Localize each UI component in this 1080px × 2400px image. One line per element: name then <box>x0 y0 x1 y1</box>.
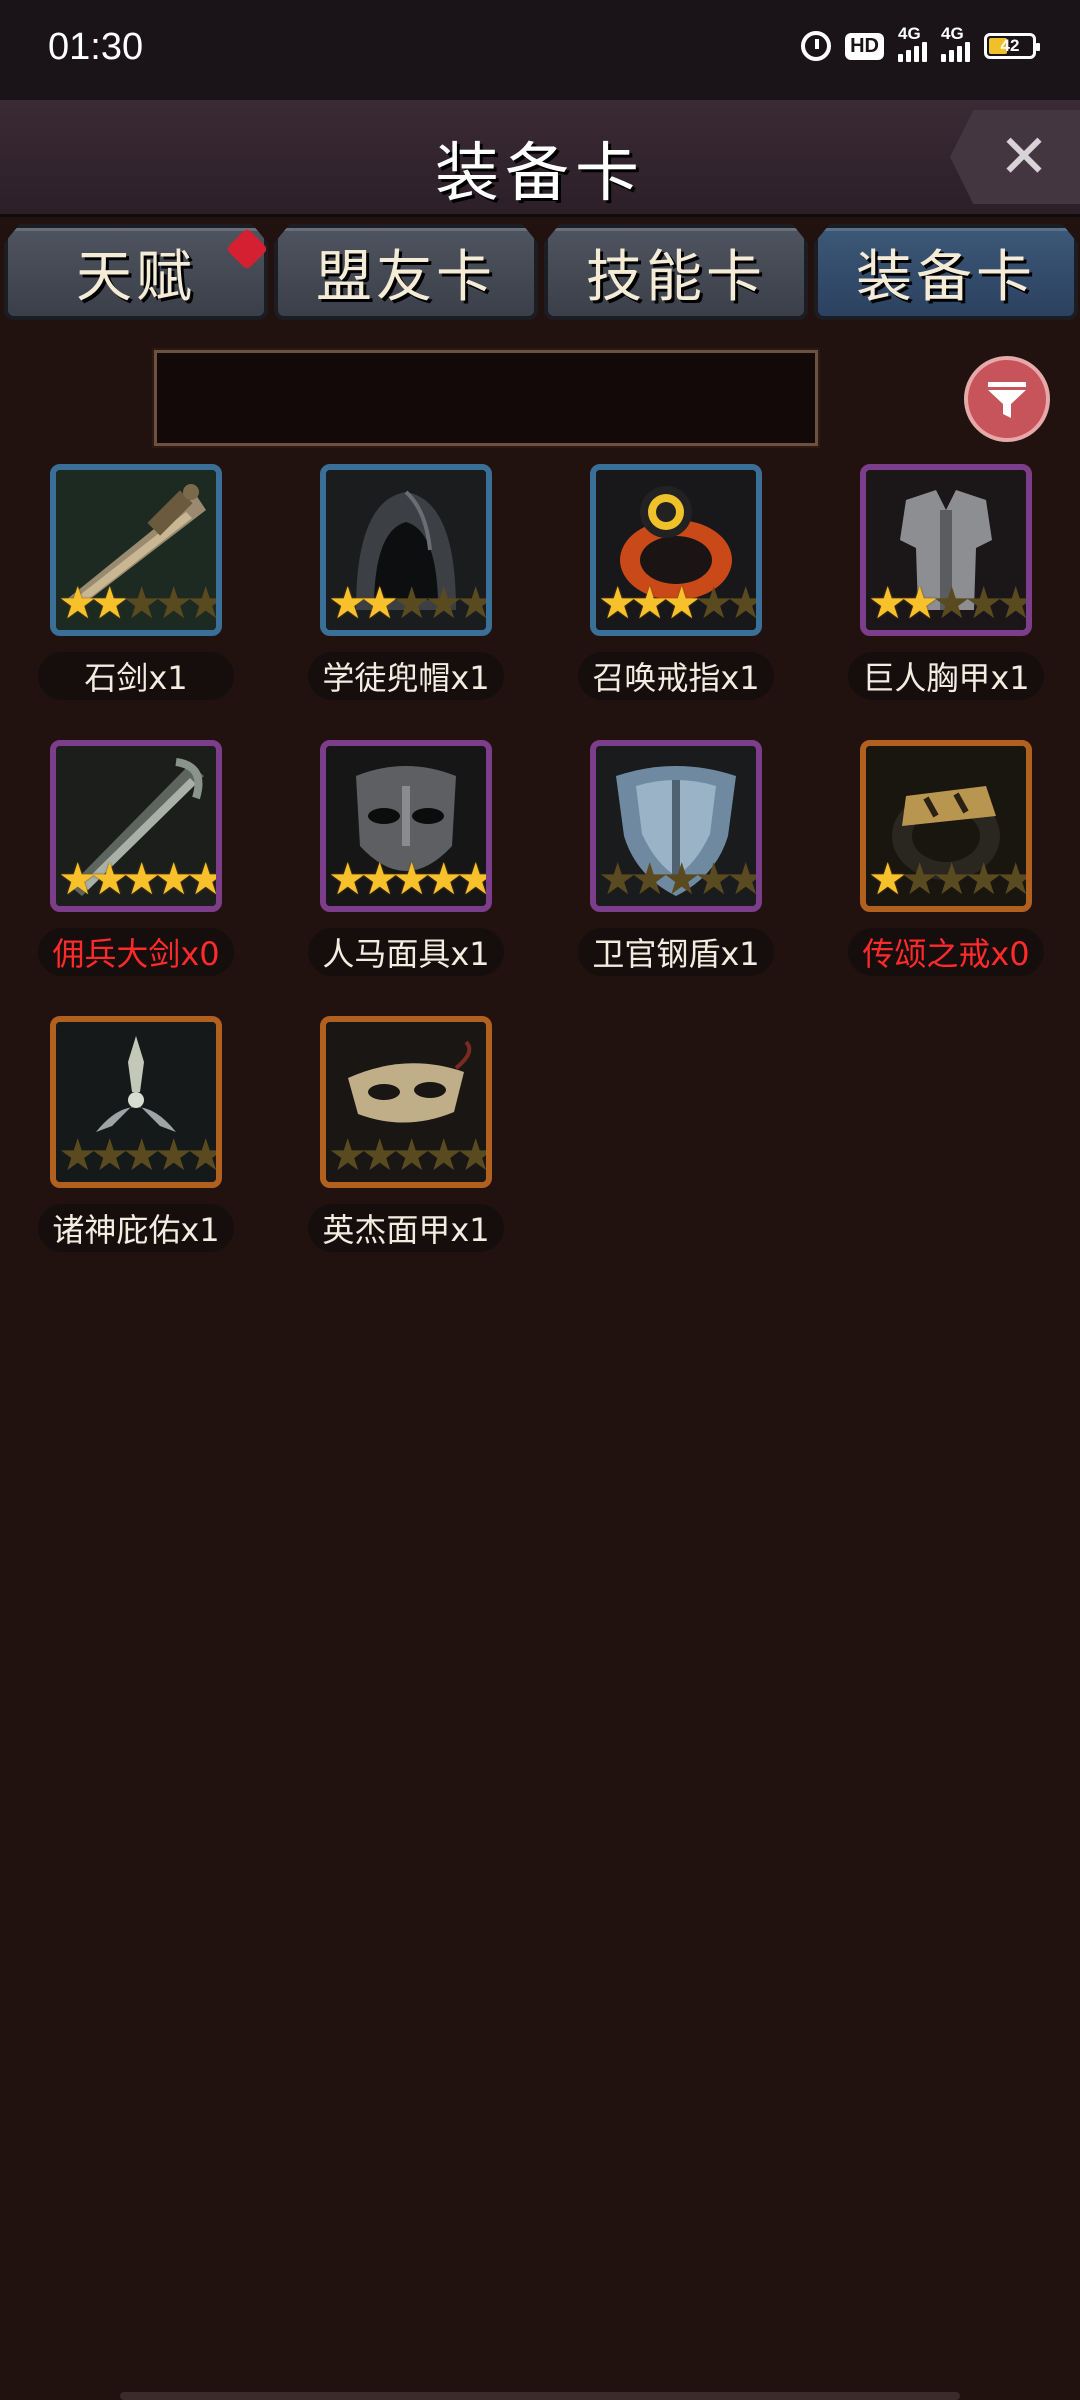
close-icon: ✕ <box>998 122 1050 192</box>
notification-badge <box>225 227 268 271</box>
star-rating: ★ ★ ★ ★ ★ <box>868 578 1032 629</box>
hd-icon: HD <box>845 32 884 60</box>
card-frame: ★ ★ ★ ★ ★ <box>50 1016 222 1188</box>
equipment-card[interactable]: ★ ★ ★ ★ ★ 诸神庇佑x1 <box>0 1016 270 1256</box>
close-button[interactable]: ✕ <box>950 110 1080 204</box>
filter-button[interactable] <box>964 356 1050 442</box>
tab-label: 技能卡 <box>586 244 766 310</box>
tab-label: 盟友卡 <box>316 244 496 310</box>
tab-talent[interactable]: 天赋 <box>4 224 268 320</box>
equipment-card[interactable]: ★ ★ ★ ★ ★ 巨人胸甲x1 <box>810 464 1080 704</box>
card-frame: ★ ★ ★ ★ ★ <box>320 740 492 912</box>
star-rating: ★ ★ ★ ★ ★ <box>598 578 762 629</box>
card-frame: ★ ★ ★ ★ ★ <box>860 464 1032 636</box>
card-frame: ★ ★ ★ ★ ★ <box>320 1016 492 1188</box>
tab-skill-cards[interactable]: 技能卡 <box>544 224 808 320</box>
network-label: 4G <box>941 24 964 43</box>
status-icons: HD 4G 4G 42 <box>801 24 1040 62</box>
page-title: 装备卡 <box>435 137 645 211</box>
tab-equipment-cards[interactable]: 装备卡 <box>814 224 1078 320</box>
star-rating: ★ ★ ★ ★ ★ <box>328 854 492 905</box>
card-frame: ★ ★ ★ ★ ★ <box>50 740 222 912</box>
tab-ally-cards[interactable]: 盟友卡 <box>274 224 538 320</box>
card-label: 召唤戒指x1 <box>578 652 774 700</box>
star-rating: ★ ★ ★ ★ ★ <box>598 854 762 905</box>
equipment-card[interactable]: ★ ★ ★ ★ ★ 佣兵大剑x0 <box>0 740 270 980</box>
equipment-card[interactable]: ★ ★ ★ ★ ★ 学徒兜帽x1 <box>270 464 540 704</box>
equipment-card[interactable]: ★ ★ ★ ★ ★ 卫官钢盾x1 <box>540 740 810 980</box>
header: 装备卡 ✕ <box>0 100 1080 217</box>
search-input[interactable] <box>152 348 820 448</box>
star-rating: ★ ★ ★ ★ ★ <box>58 1130 222 1181</box>
tab-label: 天赋 <box>76 244 196 310</box>
status-bar: 01:30 HD 4G 4G 42 <box>0 0 1080 100</box>
card-label: 卫官钢盾x1 <box>578 928 774 976</box>
signal-icon: 4G <box>898 24 927 62</box>
star-rating: ★ ★ ★ ★ ★ <box>58 854 222 905</box>
equipment-card[interactable]: ★ ★ ★ ★ ★ 石剑x1 <box>0 464 270 704</box>
card-label: 英杰面甲x1 <box>308 1204 504 1252</box>
card-label: 巨人胸甲x1 <box>848 652 1044 700</box>
signal-icon: 4G <box>941 24 970 62</box>
card-label: 石剑x1 <box>38 652 234 700</box>
star-rating: ★ ★ ★ ★ ★ <box>868 854 1032 905</box>
network-label: 4G <box>898 24 921 43</box>
card-label: 人马面具x1 <box>308 928 504 976</box>
battery-level: 42 <box>1000 36 1020 55</box>
equipment-card[interactable]: ★ ★ ★ ★ ★ 人马面具x1 <box>270 740 540 980</box>
card-label: 学徒兜帽x1 <box>308 652 504 700</box>
bottom-bar <box>120 2392 960 2400</box>
star-rating: ★ ★ ★ ★ ★ <box>328 578 492 629</box>
card-frame: ★ ★ ★ ★ ★ <box>590 740 762 912</box>
status-time: 01:30 <box>48 26 144 68</box>
equipment-card[interactable]: ★ ★ ★ ★ ★ 召唤戒指x1 <box>540 464 810 704</box>
tab-bar: 天赋 盟友卡 技能卡 装备卡 <box>0 224 1080 320</box>
alarm-icon <box>801 31 832 61</box>
star-rating: ★ ★ ★ ★ ★ <box>328 1130 492 1181</box>
card-frame: ★ ★ ★ ★ ★ <box>590 464 762 636</box>
filter-icon <box>988 382 1026 418</box>
card-label: 传颂之戒x0 <box>848 928 1044 976</box>
star-rating: ★ ★ ★ ★ ★ <box>58 578 222 629</box>
battery-icon: 42 <box>984 33 1040 59</box>
card-frame: ★ ★ ★ ★ ★ <box>320 464 492 636</box>
tab-label: 装备卡 <box>856 244 1036 310</box>
card-label: 诸神庇佑x1 <box>38 1204 234 1252</box>
equipment-card[interactable]: ★ ★ ★ ★ ★ 英杰面甲x1 <box>270 1016 540 1256</box>
equipment-card[interactable]: ★ ★ ★ ★ ★ 传颂之戒x0 <box>810 740 1080 980</box>
card-frame: ★ ★ ★ ★ ★ <box>50 464 222 636</box>
card-frame: ★ ★ ★ ★ ★ <box>860 740 1032 912</box>
card-label: 佣兵大剑x0 <box>38 928 234 976</box>
